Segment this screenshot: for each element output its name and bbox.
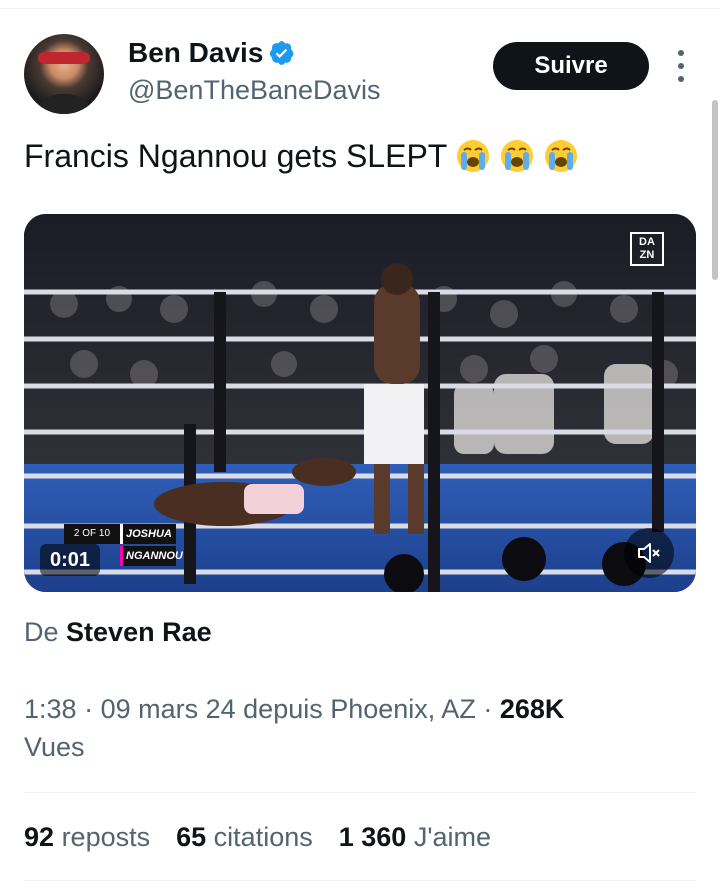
views-count: 268K <box>499 694 565 724</box>
likes-count: 1 360 <box>338 822 407 852</box>
round-indicator: 2 OF 10 <box>64 524 120 544</box>
source-name[interactable]: Steven Rae <box>66 617 212 647</box>
likes-stat[interactable]: 1 360 J'aime <box>339 818 491 856</box>
fighter-top: JOSHUA <box>120 524 176 544</box>
tweet-time[interactable]: 1:38 <box>24 694 77 724</box>
more-dot <box>678 76 684 82</box>
reposts-stat[interactable]: 92 reposts <box>24 818 150 856</box>
video-source: De Steven Rae <box>24 614 212 650</box>
tweet-header: Ben Davis @BenTheBaneDavis Suivre <box>24 32 696 116</box>
loudly-crying-face-icon <box>545 140 578 172</box>
reposts-count: 92 <box>24 822 55 852</box>
avatar-shirt <box>32 94 96 114</box>
author-display-name-text: Ben Davis <box>128 37 264 68</box>
author-display-name[interactable]: Ben Davis <box>128 36 381 70</box>
reposts-label: reposts <box>61 822 151 852</box>
stats-divider-bottom <box>24 880 696 881</box>
source-prefix: De <box>24 617 59 647</box>
verified-badge-icon <box>270 41 294 65</box>
quotes-count: 65 <box>176 822 207 852</box>
tweet-meta: 1:38 · 09 mars 24 depuis Phoenix, AZ · 2… <box>24 690 684 766</box>
likes-label: J'aime <box>413 822 492 852</box>
avatar[interactable] <box>24 34 104 114</box>
more-options-icon[interactable] <box>671 50 691 82</box>
tweet-date-location[interactable]: 09 mars 24 depuis Phoenix, AZ <box>101 694 476 724</box>
meta-separator: · <box>84 694 94 724</box>
speaker-muted-icon <box>638 543 660 563</box>
avatar-headband <box>38 52 90 64</box>
meta-separator: · <box>483 694 493 724</box>
more-dot <box>678 63 684 69</box>
more-dot <box>678 50 684 56</box>
stats-divider-top <box>24 792 696 793</box>
author-handle[interactable]: @BenTheBaneDavis <box>128 72 381 108</box>
dazn-logo: DA ZN <box>630 232 664 266</box>
engagement-stats: 92 reposts 65 citations 1 360 J'aime <box>24 818 491 856</box>
loudly-crying-face-icon <box>457 140 490 172</box>
top-divider <box>0 8 720 9</box>
author-names: Ben Davis @BenTheBaneDavis <box>128 36 381 108</box>
views-label: Vues <box>24 732 85 762</box>
quotes-label: citations <box>213 822 313 852</box>
video-player[interactable]: DA ZN 2 OF 10 JOSHUA NGANNOU 0:01 <box>24 214 696 592</box>
video-time: 0:01 <box>40 544 101 576</box>
tweet-text-content: Francis Ngannou gets SLEPT <box>24 138 448 174</box>
follow-button[interactable]: Suivre <box>493 42 649 90</box>
mute-button[interactable] <box>624 528 674 578</box>
scrollbar[interactable] <box>712 100 718 280</box>
fighter-bottom: NGANNOU <box>120 546 183 566</box>
quotes-stat[interactable]: 65 citations <box>176 818 313 856</box>
loudly-crying-face-icon <box>501 140 534 172</box>
tweet-text: Francis Ngannou gets SLEPT <box>24 134 579 178</box>
